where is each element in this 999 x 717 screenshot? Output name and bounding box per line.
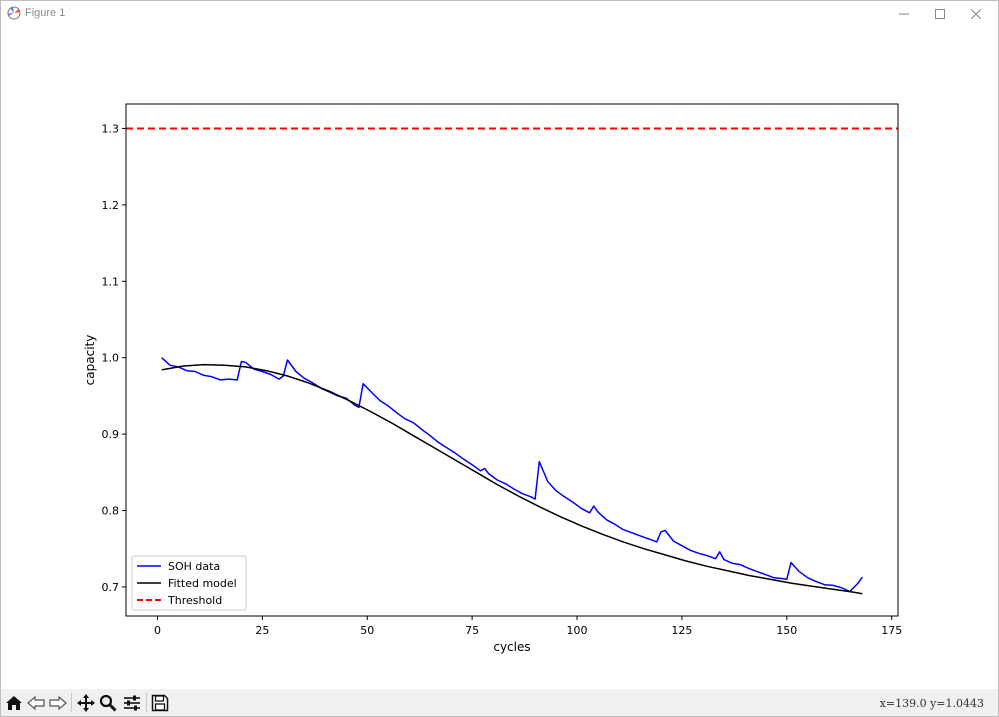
zoom-button[interactable] [97,692,119,714]
minimize-icon [899,13,909,15]
x-tick-label: 150 [776,624,797,637]
window-title: Figure 1 [25,7,66,19]
x-tick-label: 75 [465,624,479,637]
minimize-button[interactable] [885,1,923,27]
y-tick-label: 1.2 [102,199,120,212]
y-tick-label: 0.9 [102,428,120,441]
x-tick-label: 125 [671,624,692,637]
legend: SOH data Fitted model Threshold [131,555,247,611]
y-tick-label: 0.8 [102,505,120,518]
chart: 0 25 50 75 100 125 150 175 0.7 0.8 0.9 1.0 1.1 1.2 1.… [83,103,902,654]
x-tick-label: 100 [567,624,588,637]
y-axis: 0.7 0.8 0.9 1.0 1.1 1.2 1.3 [102,122,126,594]
plot-area [126,104,898,616]
x-tick-label: 175 [881,624,902,637]
navigation-toolbar: x=139.0 y=1.0443 [1,689,998,716]
home-icon [6,696,22,710]
y-tick-label: 1.0 [102,352,120,365]
cursor-coordinates: x=139.0 y=1.0443 [879,697,984,710]
pan-icon [77,694,95,712]
forward-icon [49,695,67,711]
legend-fitted-label: Fitted model [168,577,237,590]
x-tick-label: 50 [360,624,374,637]
x-axis: 0 25 50 75 100 125 150 175 [154,616,902,637]
zoom-icon [99,694,117,712]
configure-subplots-button[interactable] [121,692,143,714]
legend-soh-label: SOH data [168,560,220,573]
x-axis-label: cycles [493,640,530,654]
home-button[interactable] [3,692,25,714]
back-icon [27,695,45,711]
toolbar-separator [71,693,72,712]
figure-window: Figure 1 0 25 50 75 100 125 150 175 0.7 0.8 0.9 1.… [0,0,999,717]
title-bar: Figure 1 [1,1,998,27]
figure-canvas[interactable]: 0 25 50 75 100 125 150 175 0.7 0.8 0.9 1.0 1.1 1.2 1.… [1,27,998,689]
y-axis-label: capacity [83,335,97,386]
close-button[interactable] [957,1,995,27]
close-icon [971,9,981,19]
save-button[interactable] [149,692,171,714]
maximize-icon [935,9,945,19]
x-tick-label: 25 [255,624,269,637]
back-button[interactable] [25,692,47,714]
forward-button[interactable] [47,692,69,714]
x-tick-label: 0 [154,624,161,637]
legend-threshold-label: Threshold [167,594,222,607]
y-tick-label: 1.3 [102,122,120,135]
pan-button[interactable] [75,692,97,714]
maximize-button[interactable] [921,1,959,27]
y-tick-label: 0.7 [102,581,120,594]
configure-subplots-icon [124,695,140,711]
toolbar-separator [146,693,147,712]
matplotlib-app-icon [7,6,21,20]
y-tick-label: 1.1 [102,275,120,288]
save-icon [151,694,169,712]
